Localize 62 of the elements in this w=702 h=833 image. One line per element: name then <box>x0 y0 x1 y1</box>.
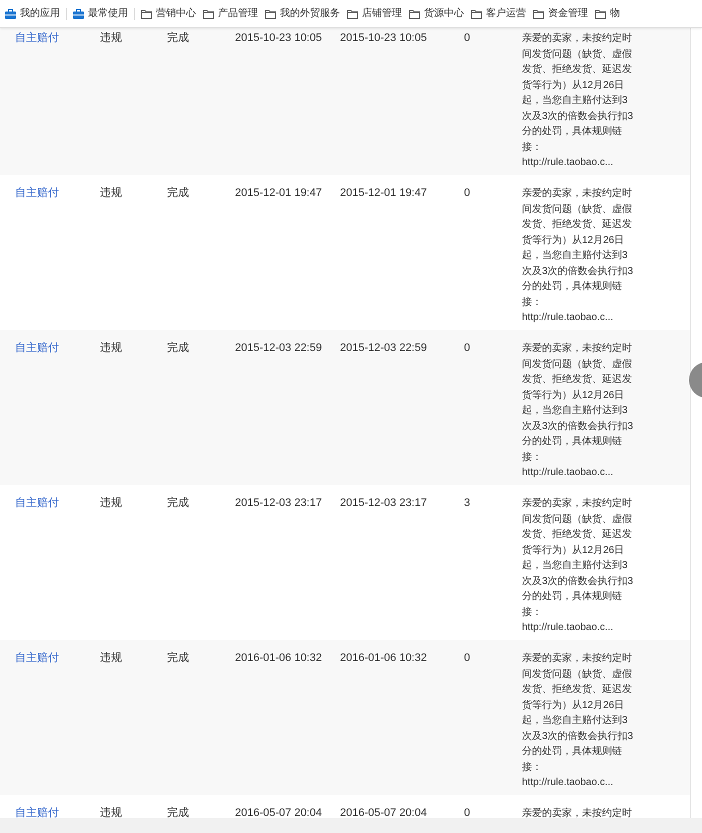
briefcase-icon <box>5 8 16 18</box>
status-cell: 完成 <box>167 806 189 818</box>
category-cell-text: 违规 <box>100 31 122 46</box>
folder-icon <box>471 8 482 18</box>
updated-time-cell-text: 2016-01-06 10:32 <box>340 651 427 666</box>
nav-item[interactable]: 店铺管理 <box>344 6 405 21</box>
description-text: 亲爱的卖家，未按约定时 <box>522 806 633 818</box>
rule-url-text: http://rule.taobao.c... <box>522 466 614 480</box>
nav-item[interactable]: 产品管理 <box>200 6 261 21</box>
folder-icon <box>533 8 544 18</box>
status-cell-text: 完成 <box>167 496 189 511</box>
updated-time-cell-text: 2015-12-03 23:17 <box>340 496 427 511</box>
created-time-cell-text: 2016-01-06 10:32 <box>235 651 322 666</box>
category-cell-text: 违规 <box>100 341 122 356</box>
updated-time-cell-text: 2015-12-03 22:59 <box>340 341 427 356</box>
updated-time-cell-text: 2015-12-01 19:47 <box>340 186 427 201</box>
rule-url-text: http://rule.taobao.c... <box>522 776 614 790</box>
briefcase-icon <box>73 8 84 18</box>
created-time-cell-text: 2015-12-03 23:17 <box>235 496 322 511</box>
status-cell-text: 完成 <box>167 31 189 46</box>
created-time-cell: 2016-05-07 20:04 <box>235 806 322 818</box>
folder-icon <box>203 8 214 18</box>
folder-icon <box>265 8 276 18</box>
nav-item[interactable]: 我的外贸服务 <box>262 6 343 21</box>
nav-item[interactable]: 客户运营 <box>468 6 529 21</box>
nav-item[interactable]: 营销中心 <box>138 6 199 21</box>
nav-item[interactable]: 最常使用 <box>70 6 131 21</box>
category-cell-text: 违规 <box>100 186 122 201</box>
category-cell: 违规 <box>100 806 122 818</box>
count-cell-text: 0 <box>464 186 470 201</box>
count-cell-text: 0 <box>464 651 470 666</box>
rule-url-text: http://rule.taobao.c... <box>522 311 614 325</box>
status-cell-text: 完成 <box>167 651 189 666</box>
count-cell: 0 <box>464 806 470 818</box>
updated-time-cell: 2016-05-07 20:04 <box>340 806 427 818</box>
nav-item[interactable]: 我的应用 <box>2 6 63 21</box>
folder-icon <box>347 8 358 18</box>
updated-time-cell-text: 2015-10-23 10:05 <box>340 31 427 46</box>
nav-item[interactable]: 物 <box>592 6 623 21</box>
rule-url-text: http://rule.taobao.c... <box>522 156 614 170</box>
created-time-cell-text: 2015-10-23 10:05 <box>235 31 322 46</box>
type-link[interactable]: 自主赔付 <box>15 341 59 356</box>
type-link[interactable]: 自主赔付 <box>15 186 59 202</box>
count-cell-text: 0 <box>464 341 470 356</box>
type-link[interactable]: 自主赔付 <box>15 806 59 818</box>
status-cell-text: 完成 <box>167 341 189 356</box>
type-link[interactable]: 自主赔付 <box>15 31 59 46</box>
category-cell-text: 违规 <box>100 496 122 511</box>
type-link[interactable]: 自主赔付 <box>15 651 59 666</box>
nav-item[interactable]: 资金管理 <box>530 6 591 21</box>
created-time-cell-text: 2015-12-01 19:47 <box>235 186 322 201</box>
rule-url-text: http://rule.taobao.c... <box>522 621 614 635</box>
category-cell-text: 违规 <box>100 651 122 666</box>
status-cell-text: 完成 <box>167 186 189 201</box>
count-cell-text: 0 <box>464 31 470 46</box>
folder-icon <box>409 8 420 18</box>
created-time-cell-text: 2015-12-03 22:59 <box>235 341 322 356</box>
count-cell-text: 3 <box>464 496 470 511</box>
type-link[interactable]: 自主赔付 <box>15 496 59 512</box>
folder-icon <box>595 8 606 18</box>
folder-icon <box>141 8 152 18</box>
nav-item[interactable]: 货源中心 <box>406 6 467 21</box>
